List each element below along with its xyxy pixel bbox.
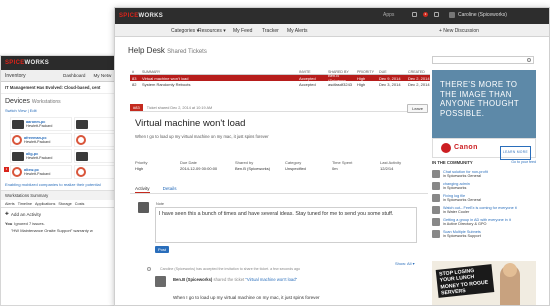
list-item[interactable]: Getting a group in AD with everyone in i… — [432, 218, 536, 230]
add-icon: ✚ — [5, 211, 9, 216]
tab-applications[interactable]: Applications — [35, 202, 55, 206]
flag-icon[interactable] — [434, 12, 439, 17]
apps-menu[interactable]: Apps — [383, 12, 394, 18]
switch-view-link[interactable]: Switch View — [5, 108, 27, 113]
notification-badge[interactable]: 3 — [423, 12, 428, 17]
disc-icon — [12, 167, 22, 177]
person-head — [503, 263, 517, 277]
search-icon — [527, 58, 531, 62]
list-item[interactable]: changing admin in Spiceworks — [432, 182, 536, 194]
nav-my-alerts[interactable]: My Alerts — [287, 28, 308, 34]
leave-button[interactable]: Leave — [407, 104, 428, 113]
monitor-icon — [12, 151, 24, 161]
ticket-title: Virtual machine won't load — [135, 118, 246, 129]
search-input[interactable] — [432, 56, 534, 64]
avatar — [138, 202, 149, 213]
avatar — [449, 12, 455, 18]
alert-count-badge: 1 — [4, 167, 9, 172]
list-item[interactable]: Watch out-- FeeEx is coming for everyone… — [432, 206, 536, 218]
inbox-icon[interactable] — [412, 12, 417, 17]
canon-brand: Canon — [454, 144, 478, 152]
avatar — [432, 182, 440, 190]
nav-tracker[interactable]: Tracker — [262, 28, 279, 34]
nav-categories[interactable]: Categories ▾ — [171, 28, 199, 34]
learn-more-button[interactable]: LEARN MORE — [499, 146, 531, 160]
user-menu[interactable]: Caroline (Spiceworks) — [449, 12, 507, 18]
tab-costs[interactable]: Costs — [75, 202, 85, 206]
monitor-icon — [75, 151, 88, 161]
disc-icon — [75, 167, 86, 177]
tickets-table: # SUMMARY INVITE SHARED BY PRIORITY DUE … — [130, 69, 430, 87]
nav-my-feed[interactable]: My Feed — [233, 28, 252, 34]
help-desk-window: SPICEWORKS Apps 3 Caroline (Spiceworks) … — [114, 7, 550, 306]
avatar — [432, 170, 440, 178]
post-button[interactable]: Post — [155, 246, 170, 253]
top-bar: SPICEWORKS Apps 3 Caroline (Spiceworks) — [115, 8, 549, 24]
tab-storage[interactable]: Storage — [58, 202, 71, 206]
community-heading: IN THE COMMUNITY Go to your feed — [432, 160, 536, 165]
canon-ad[interactable]: THERE'S MORE TO THE IMAGE THAN ANYONE TH… — [432, 70, 536, 160]
device-tile[interactable]: alixw-pc Hewlett-Packard — [10, 165, 72, 179]
activity-message: When I go to load up my virtual machine … — [173, 295, 320, 300]
list-item[interactable]: Chat solution for non-profit in Spicework… — [432, 170, 536, 182]
nav-my-network[interactable]: My Netw — [89, 73, 115, 78]
prop-category: Category Unspecified — [285, 160, 306, 171]
go-to-feed-link[interactable]: Go to your feed — [511, 160, 536, 165]
spiceworks-logo[interactable]: SPICEWORKS — [119, 13, 163, 19]
note-label: Note — [156, 202, 165, 206]
ticket-shared-date: Ticket shared Dec 2, 2014 at 10:19 AM — [146, 105, 213, 110]
canon-logo-icon — [441, 143, 451, 153]
device-tile[interactable]: alig-pc Hewlett-Packard — [10, 149, 72, 163]
system-event-icon — [147, 267, 151, 271]
disc-icon — [75, 135, 86, 145]
community-list: Chat solution for non-profit in Spicework… — [432, 170, 536, 242]
spiceworks-logo[interactable]: SPICEWORKS — [5, 60, 49, 66]
edit-link[interactable]: Edit — [30, 108, 37, 113]
table-row[interactable]: 83 Virtual machine won't load Accepted B… — [130, 73, 430, 83]
divider — [130, 193, 428, 194]
device-tile[interactable]: aaronm-pc Hewlett-Packard — [10, 117, 72, 131]
ad-sign: STOP LOSING YOUR LUNCH MONEY TO ROGUE SE… — [435, 264, 495, 298]
prop-last-activity: Last Activity 12/2/14 — [380, 160, 402, 171]
nav-dashboard[interactable]: Dashboard — [59, 73, 89, 78]
table-row[interactable]: 82 System Randomly Reboots Accepted asdf… — [130, 81, 430, 87]
avatar — [432, 230, 440, 238]
list-item[interactable]: Fixing log file in Spiceworks General — [432, 194, 536, 206]
activity-header: Ben.B (Spiceworks) shared the ticket "Vi… — [173, 277, 298, 282]
avatar — [432, 194, 440, 202]
list-item[interactable]: Scan Multiple Subnets in Spiceworks Suppo… — [432, 230, 536, 242]
show-filter[interactable]: Show: All ▾ — [395, 261, 415, 266]
new-discussion-button[interactable]: + New Discussion — [439, 28, 479, 34]
system-event-text: Caroline (Spiceworks) has accepted the i… — [160, 267, 301, 271]
tab-details[interactable]: Details — [163, 186, 177, 193]
activity-tabs: Activity Details — [135, 186, 177, 193]
ticket-description: When I go to load up my virtual machine … — [135, 134, 269, 139]
tab-alerts[interactable]: Alerts — [5, 202, 15, 206]
nav-resources[interactable]: Resources ▾ — [198, 28, 226, 34]
prop-priority: Priority High — [135, 160, 148, 171]
avatar — [155, 276, 166, 287]
disc-icon — [12, 135, 22, 145]
page-title: Help Desk Shared Tickets — [128, 46, 207, 55]
prop-time-spent: Time Spent 0m — [332, 160, 353, 171]
ticket-number-badge: #83 — [130, 104, 143, 111]
lunch-money-ad[interactable]: STOP LOSING YOUR LUNCH MONEY TO ROGUE SE… — [432, 261, 536, 305]
prop-due-date: Due Date 2014-12-09 00:00:00 — [180, 160, 218, 171]
tab-activity[interactable]: Activity — [135, 186, 150, 193]
inventory-title: Inventory — [5, 72, 26, 79]
avatar — [432, 218, 440, 226]
ticket-detail: #83 Ticket shared Dec 2, 2014 at 10:19 A… — [130, 104, 428, 139]
activity-user[interactable]: Ben.B (Spiceworks) — [173, 277, 212, 282]
monitor-icon — [12, 119, 24, 129]
tab-timeline[interactable]: Timeline — [18, 202, 32, 206]
prop-shared-by: Shared by Ben.B (Spiceworks) — [235, 160, 271, 171]
avatar — [432, 206, 440, 214]
note-textarea[interactable]: I have seen this a bunch of times and ha… — [155, 207, 417, 243]
monitor-icon — [75, 119, 88, 129]
device-tile[interactable]: afreeman-pc Hewlett-Packard — [10, 133, 72, 147]
ticket-link[interactable]: "Virtual machine won't load" — [245, 277, 297, 282]
main-nav: Categories ▾ Resources ▾ My Feed Tracker… — [115, 24, 549, 37]
